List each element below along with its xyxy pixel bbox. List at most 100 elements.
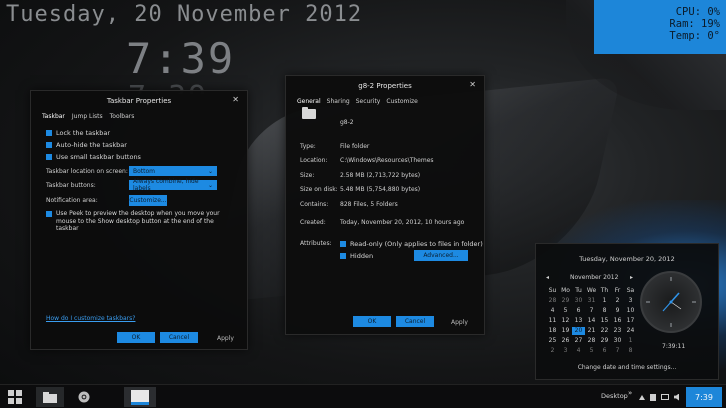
advanced-button[interactable]: Advanced... xyxy=(414,250,468,261)
calendar-day[interactable]: 8 xyxy=(624,347,637,355)
apply-button[interactable]: Apply xyxy=(217,335,234,342)
hidden-checkbox[interactable] xyxy=(340,253,346,259)
calendar-day[interactable]: 17 xyxy=(624,317,637,325)
close-icon[interactable]: ✕ xyxy=(469,80,476,89)
chevron-down-icon: ⌄ xyxy=(207,167,213,175)
calendar-day[interactable]: 4 xyxy=(546,307,559,315)
calendar-day[interactable]: 31 xyxy=(585,297,598,305)
calendar-day[interactable]: 4 xyxy=(572,347,585,355)
file-explorer-icon[interactable] xyxy=(36,387,64,407)
calendar-day[interactable]: 13 xyxy=(572,317,585,325)
calendar-day[interactable]: 8 xyxy=(598,307,611,315)
calendar-day[interactable]: 6 xyxy=(572,307,585,315)
calendar-day[interactable]: 1 xyxy=(624,337,637,345)
buttons-select[interactable]: Always combine, hide labels ⌄ xyxy=(129,178,217,192)
small-buttons-checkbox[interactable] xyxy=(46,154,52,160)
taskbar-clock[interactable]: 7:39 xyxy=(686,387,722,407)
tab-security[interactable]: Security xyxy=(356,98,381,105)
tab-taskbar[interactable]: Taskbar xyxy=(42,113,65,120)
calendar-day[interactable]: 7 xyxy=(585,307,598,315)
show-hidden-icons-icon[interactable] xyxy=(639,394,645,400)
lock-taskbar-checkbox[interactable] xyxy=(46,130,52,136)
calendar-day[interactable]: 28 xyxy=(585,337,598,345)
calendar-day[interactable]: 16 xyxy=(611,317,624,325)
volume-icon[interactable] xyxy=(674,393,679,401)
peek-row[interactable]: Use Peek to preview the desktop when you… xyxy=(46,210,236,233)
calendar-day[interactable]: 20 xyxy=(572,327,585,335)
peek-checkbox[interactable] xyxy=(46,211,52,217)
calendar-day[interactable]: 2 xyxy=(611,297,624,305)
size-label: Size: xyxy=(300,172,315,179)
ok-button[interactable]: OK xyxy=(353,316,391,327)
next-month-icon[interactable]: ▸ xyxy=(630,274,633,281)
close-icon[interactable]: ✕ xyxy=(232,95,239,104)
flag-icon[interactable] xyxy=(650,393,656,401)
cpu-readout: CPU: 0% xyxy=(675,6,720,18)
calendar-day[interactable]: 19 xyxy=(559,327,572,335)
tab-sharing[interactable]: Sharing xyxy=(327,98,350,105)
calendar-day[interactable]: 24 xyxy=(624,327,637,335)
calendar-header: Tuesday, November 20, 2012 xyxy=(579,255,675,263)
tab-toolbars[interactable]: Toolbars xyxy=(110,113,135,120)
chrome-icon[interactable] xyxy=(72,387,96,407)
customize-button[interactable]: Customize... xyxy=(129,195,167,206)
calendar-day[interactable]: 6 xyxy=(598,347,611,355)
tab-customize[interactable]: Customize xyxy=(386,98,418,105)
calendar-day[interactable]: 9 xyxy=(611,307,624,315)
change-date-time-link[interactable]: Change date and time settings... xyxy=(536,364,718,371)
calendar-day[interactable]: 30 xyxy=(572,297,585,305)
properties-window-thumbnail[interactable] xyxy=(124,387,156,407)
calendar-day[interactable]: 21 xyxy=(585,327,598,335)
calendar-day[interactable]: 3 xyxy=(559,347,572,355)
calendar-day[interactable]: 2 xyxy=(546,347,559,355)
calendar-day[interactable]: 14 xyxy=(585,317,598,325)
location-select[interactable]: Bottom ⌄ xyxy=(129,166,217,176)
calendar-day[interactable]: 29 xyxy=(559,297,572,305)
calendar-day[interactable]: 1 xyxy=(598,297,611,305)
auto-hide-label: Auto-hide the taskbar xyxy=(56,141,127,149)
readonly-row[interactable]: Read-only (Only applies to files in fold… xyxy=(340,240,483,248)
cancel-button[interactable]: Cancel xyxy=(396,316,434,327)
windows-logo-shape xyxy=(8,390,22,404)
tab-general[interactable]: General xyxy=(297,98,321,105)
apply-button[interactable]: Apply xyxy=(451,319,468,326)
calendar-day[interactable]: 28 xyxy=(546,297,559,305)
calendar-day[interactable]: 10 xyxy=(624,307,637,315)
auto-hide-checkbox[interactable] xyxy=(46,142,52,148)
digital-clock: 7:39:11 xyxy=(662,343,686,350)
calendar-day[interactable]: 25 xyxy=(546,337,559,345)
calendar-day[interactable]: 11 xyxy=(546,317,559,325)
prev-month-icon[interactable]: ◂ xyxy=(546,274,549,281)
desktop-toolbar-label[interactable]: Desktop xyxy=(601,392,628,400)
calendar-day[interactable]: 3 xyxy=(624,297,637,305)
calendar-day[interactable]: 26 xyxy=(559,337,572,345)
calendar-day[interactable]: 12 xyxy=(559,317,572,325)
folder-name: g8-2 xyxy=(340,119,354,126)
calendar-day[interactable]: 30 xyxy=(611,337,624,345)
calendar-day[interactable]: 18 xyxy=(546,327,559,335)
auto-hide-row[interactable]: Auto-hide the taskbar xyxy=(46,141,127,149)
calendar-day[interactable]: 7 xyxy=(611,347,624,355)
windows-logo-icon[interactable] xyxy=(4,387,26,407)
calendar-day[interactable]: 23 xyxy=(611,327,624,335)
calendar-day[interactable]: 27 xyxy=(572,337,585,345)
calendar-month[interactable]: November 2012 xyxy=(570,274,618,281)
location-value: C:\Windows\Resources\Themes xyxy=(340,157,434,164)
readonly-checkbox[interactable] xyxy=(340,241,346,247)
calendar-day[interactable]: 5 xyxy=(585,347,598,355)
lock-taskbar-row[interactable]: Lock the taskbar xyxy=(46,129,110,137)
weekday-label: We xyxy=(586,287,597,294)
hidden-row[interactable]: Hidden xyxy=(340,252,373,260)
battery-icon[interactable] xyxy=(661,394,669,400)
customize-help-link[interactable]: How do I customize taskbars? xyxy=(46,315,135,322)
cancel-button[interactable]: Cancel xyxy=(160,332,198,343)
small-buttons-row[interactable]: Use small taskbar buttons xyxy=(46,153,141,161)
toolbar-chevron-icon[interactable]: » xyxy=(628,389,632,397)
calendar-day[interactable]: 22 xyxy=(598,327,611,335)
size-value: 2.58 MB (2,713,722 bytes) xyxy=(340,172,421,179)
tab-jump-lists[interactable]: Jump Lists xyxy=(72,113,103,120)
calendar-day[interactable]: 5 xyxy=(559,307,572,315)
calendar-day[interactable]: 15 xyxy=(598,317,611,325)
ok-button[interactable]: OK xyxy=(117,332,155,343)
calendar-day[interactable]: 29 xyxy=(598,337,611,345)
